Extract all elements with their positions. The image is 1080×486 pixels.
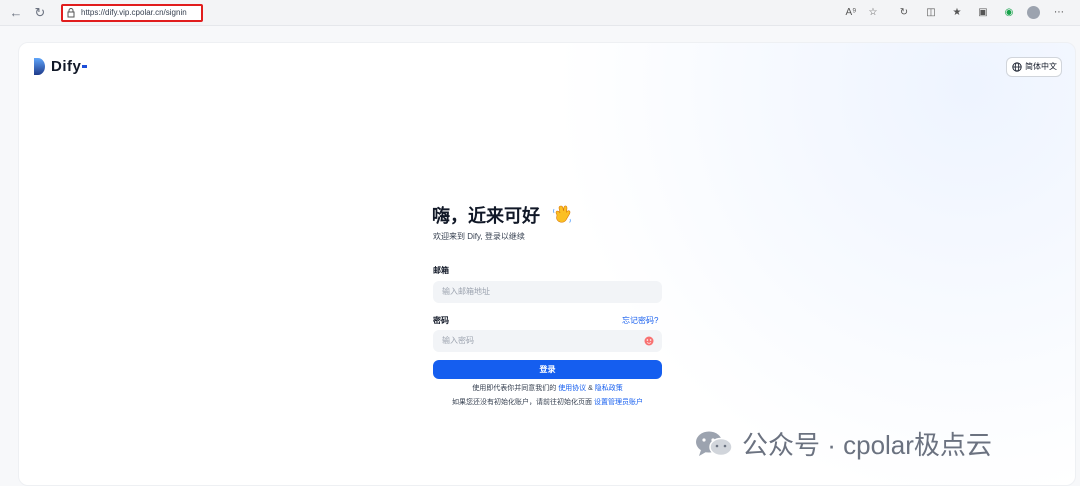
- more-icon[interactable]: ⋯: [1052, 6, 1066, 20]
- password-placeholder: 输入密码: [442, 336, 474, 345]
- shield-icon[interactable]: ◉: [1002, 6, 1016, 20]
- read-aloud-icon[interactable]: A⁹: [844, 6, 858, 20]
- wechat-icon: [696, 431, 733, 456]
- watermark: 公众号 · cpolar极点云: [694, 425, 992, 462]
- logo-text: Dify: [51, 58, 82, 75]
- dify-logo: Dify: [34, 58, 88, 75]
- email-label: 邮箱: [433, 266, 449, 275]
- privacy-link[interactable]: 隐私政策: [595, 385, 623, 392]
- terms-text: 使用即代表你并同意我们的 使用协议 & 隐私政策: [433, 383, 662, 393]
- lock-icon: [67, 8, 75, 18]
- password-field[interactable]: 输入密码: [433, 330, 662, 352]
- reload-icon[interactable]: ↻: [32, 5, 48, 21]
- url-text: https://dify.vip.cpolar.cn/signin: [81, 8, 187, 17]
- language-selector[interactable]: 简体中文: [1006, 57, 1062, 77]
- init-admin-link[interactable]: 设置管理员账户: [594, 399, 643, 406]
- page-title: 嗨，近来可好: [432, 206, 540, 226]
- address-bar[interactable]: https://dify.vip.cpolar.cn/signin: [61, 4, 203, 22]
- terms-and: &: [586, 385, 595, 392]
- init-prefix: 如果您还没有初始化账户，请前往初始化页面: [452, 399, 594, 406]
- logo-mark-icon: [34, 58, 45, 75]
- signin-button[interactable]: 登录: [433, 360, 662, 379]
- logo-dot: [82, 65, 88, 68]
- extensions-icon[interactable]: ↻: [897, 6, 911, 20]
- waving-hand-icon: [553, 205, 571, 223]
- page-subtitle: 欢迎来到 Dify, 登录以继续: [433, 232, 525, 241]
- globe-icon: [1012, 62, 1022, 72]
- terms-prefix: 使用即代表你并同意我们的: [472, 385, 559, 392]
- watermark-text: 公众号 · cpolar极点云: [742, 430, 992, 460]
- language-label: 简体中文: [1025, 62, 1057, 71]
- split-icon[interactable]: ◫: [924, 6, 938, 20]
- signin-page: [18, 42, 1076, 486]
- favorite-icon[interactable]: ☆: [866, 6, 880, 20]
- show-password-icon[interactable]: [644, 336, 654, 346]
- back-icon[interactable]: ←: [8, 5, 24, 21]
- forgot-password-link[interactable]: 忘记密码?: [622, 315, 658, 326]
- profile-icon[interactable]: [1027, 6, 1040, 19]
- collections-icon[interactable]: ▣: [976, 6, 990, 20]
- password-label: 密码: [433, 316, 449, 325]
- email-placeholder: 输入邮箱地址: [442, 287, 490, 296]
- browser-toolbar: ← ↻ https://dify.vip.cpolar.cn/signin A⁹…: [0, 0, 1080, 26]
- favorites-icon[interactable]: ★: [950, 6, 964, 20]
- terms-link[interactable]: 使用协议: [558, 385, 586, 392]
- email-field[interactable]: 输入邮箱地址: [433, 281, 662, 303]
- init-text: 如果您还没有初始化账户，请前往初始化页面 设置管理员账户: [433, 397, 662, 407]
